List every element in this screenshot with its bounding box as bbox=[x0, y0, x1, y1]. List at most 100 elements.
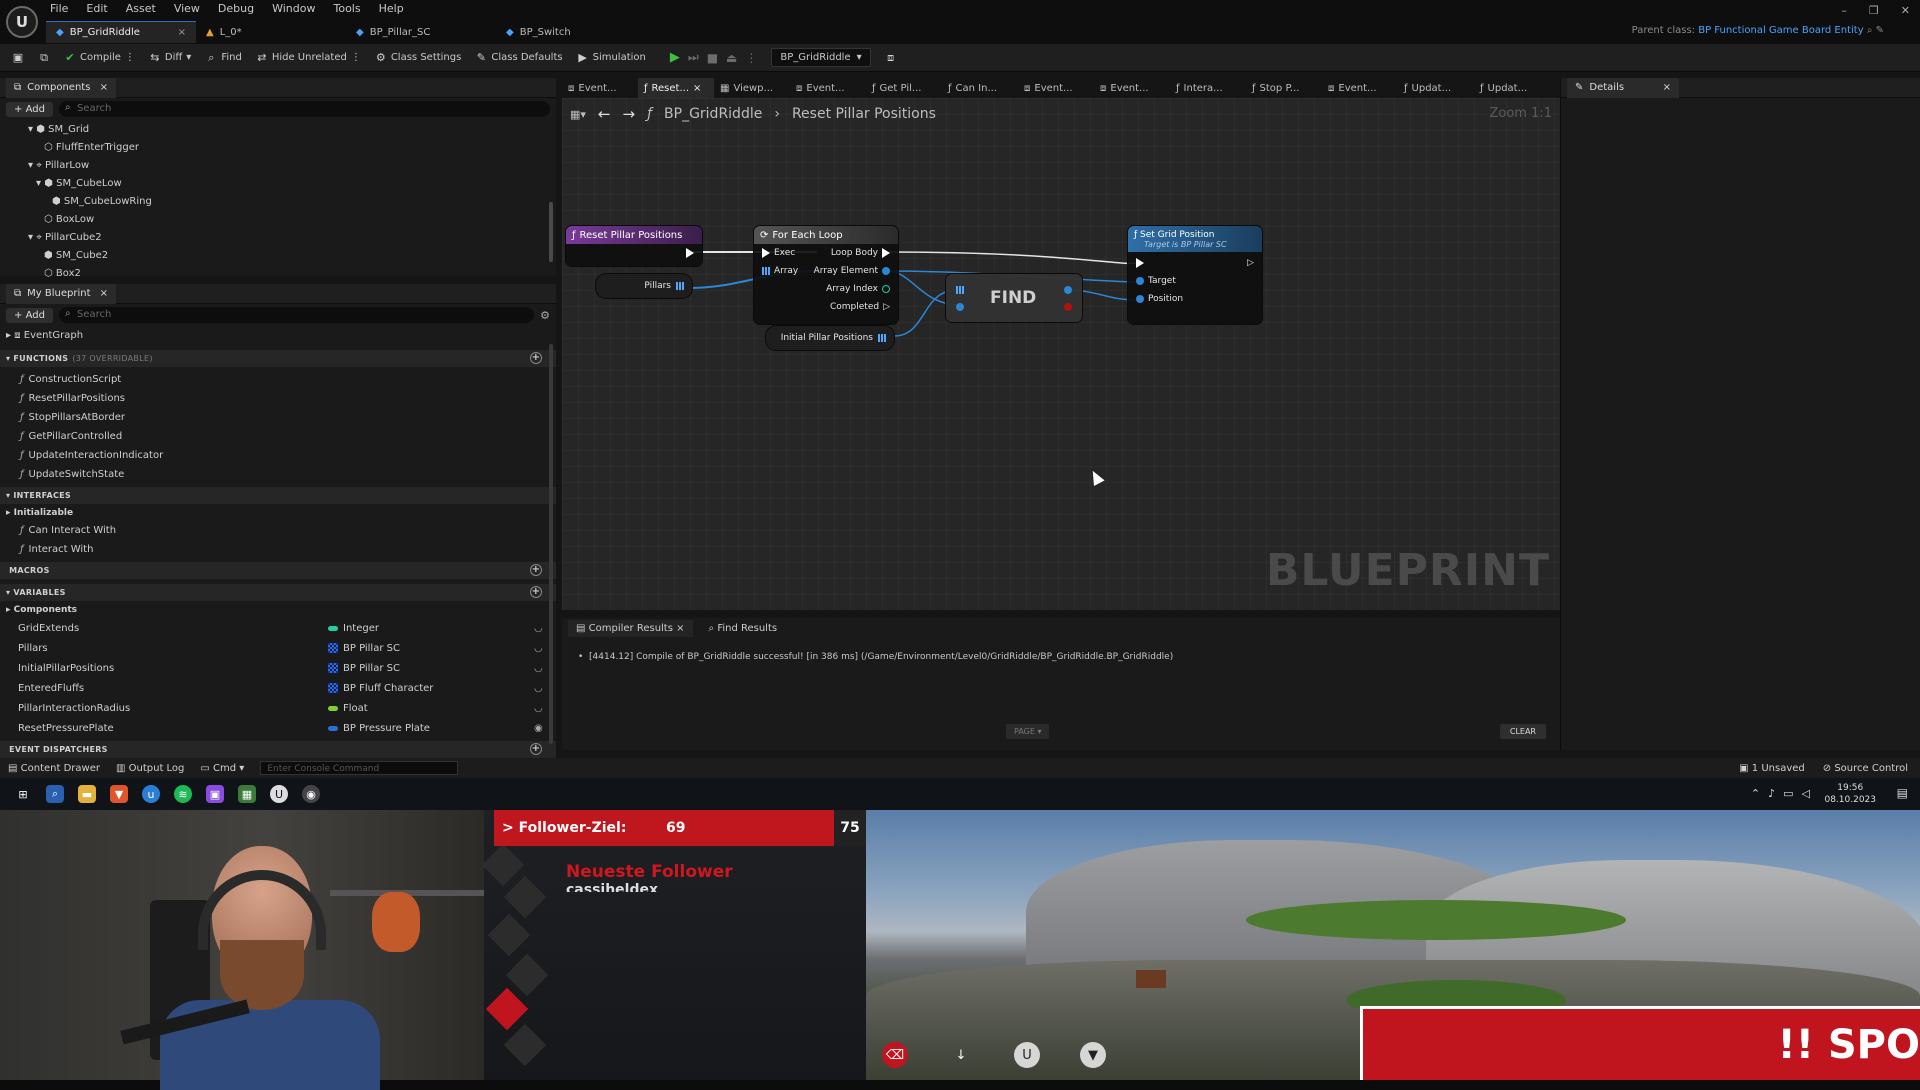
my-blueprint-tab[interactable]: ⧉ My Blueprint × bbox=[6, 283, 116, 304]
tree-item-pillarcube2[interactable]: ▾ ⌖ PillarCube2 bbox=[0, 228, 556, 246]
microphone-icon[interactable]: ♪ bbox=[1768, 787, 1775, 800]
graph-tab[interactable]: ⧈ Event... bbox=[1322, 78, 1398, 98]
close-icon[interactable]: × bbox=[693, 83, 701, 94]
variable-type[interactable]: Integer bbox=[343, 623, 379, 634]
browse-icon[interactable]: ⧉ bbox=[38, 51, 50, 64]
function-item-constructionscript[interactable]: ƒ ConstructionScript bbox=[0, 370, 556, 389]
menu-window[interactable]: Window bbox=[272, 2, 315, 15]
tree-item-sm-cubelowring[interactable]: ⬢ SM_CubeLowRing bbox=[0, 192, 556, 210]
windows-start-icon[interactable]: ⊞ bbox=[14, 785, 32, 803]
variable-type[interactable]: BP Pressure Plate bbox=[343, 723, 430, 734]
find-item-pin[interactable] bbox=[956, 303, 964, 311]
debug-filter-icon[interactable]: ⧈ bbox=[885, 51, 897, 64]
interfaces-header[interactable]: ▾ INTERFACES bbox=[0, 487, 556, 504]
chevron-up-icon[interactable]: ⌃ bbox=[1751, 787, 1760, 800]
array-pin-icon[interactable] bbox=[878, 334, 886, 342]
close-icon[interactable]: × bbox=[100, 82, 108, 93]
graph-tab[interactable]: ƒ Updat... bbox=[1474, 78, 1550, 98]
menu-tools[interactable]: Tools bbox=[333, 2, 360, 15]
unsaved-button[interactable]: ▣ 1 Unsaved bbox=[1739, 763, 1805, 774]
graph-tab[interactable]: ƒ Get Pil... bbox=[866, 78, 942, 98]
graph-tab[interactable]: ▦ Viewp... bbox=[714, 78, 790, 98]
expand-icon[interactable]: ▾ bbox=[28, 232, 33, 243]
close-icon[interactable]: × bbox=[676, 623, 684, 634]
doc-tab-bp-pillar-sc[interactable]: ◆ BP_Pillar_SC bbox=[346, 21, 496, 43]
visibility-closed-icon[interactable]: ◡ bbox=[534, 643, 543, 654]
array-index-pin[interactable]: Array Index bbox=[826, 284, 890, 294]
expand-icon[interactable]: ▾ bbox=[28, 160, 33, 171]
find-index-pin[interactable] bbox=[1064, 286, 1072, 294]
variable-group-components[interactable]: ▸ Components bbox=[0, 601, 556, 618]
diff-button[interactable]: ⇆ Diff ▾ bbox=[149, 51, 191, 64]
app-tools-icon[interactable]: ▦ bbox=[238, 785, 256, 803]
parent-class-link[interactable]: BP Functional Game Board Entity bbox=[1698, 25, 1863, 36]
graph-tab-reset-pillar-positions[interactable]: ƒ Reset... × bbox=[638, 78, 714, 98]
variable-row-gridextends[interactable]: GridExtends Integer ◡ bbox=[0, 618, 556, 638]
content-drawer-button[interactable]: ▤ Content Drawer bbox=[8, 763, 100, 774]
close-icon[interactable]: × bbox=[178, 27, 186, 38]
variable-row-enteredfluffs[interactable]: EnteredFluffs BP Fluff Character ◡ bbox=[0, 678, 556, 698]
find-array-pin[interactable] bbox=[956, 286, 964, 294]
clear-button[interactable]: CLEAR bbox=[1499, 724, 1546, 739]
tree-item-sm-cube2[interactable]: ⬢ SM_Cube2 bbox=[0, 246, 556, 264]
macros-header[interactable]: MACROS + bbox=[0, 562, 556, 579]
interface-item-can-interact-with[interactable]: ƒ Can Interact With bbox=[0, 521, 556, 540]
array-element-pin[interactable]: Array Element bbox=[814, 266, 890, 276]
simulation-button[interactable]: ▶ Simulation bbox=[577, 51, 646, 64]
expand-icon[interactable]: ▸ bbox=[6, 330, 11, 341]
menu-view[interactable]: View bbox=[174, 2, 200, 15]
function-item-resetpillarpositions[interactable]: ƒ ResetPillarPositions bbox=[0, 389, 556, 408]
components-scrollbar[interactable] bbox=[549, 202, 553, 262]
my-blueprint-scrollbar[interactable] bbox=[549, 344, 553, 744]
page-dropdown[interactable]: PAGE ▾ bbox=[1006, 724, 1050, 739]
variable-row-initialpillarpositions[interactable]: InitialPillarPositions BP Pillar SC ◡ bbox=[0, 658, 556, 678]
my-blueprint-search-input[interactable]: Search bbox=[58, 306, 535, 323]
compiler-results-tab[interactable]: ▤ Compiler Results × bbox=[568, 619, 693, 637]
doc-tab-level[interactable]: ▲ L_0* bbox=[196, 21, 346, 43]
interface-group-initializable[interactable]: ▸ Initializable bbox=[0, 504, 556, 521]
variable-type[interactable]: BP Fluff Character bbox=[343, 683, 433, 694]
node-for-each-loop[interactable]: ⟳ For Each Loop Exec Array Loop Body Arra… bbox=[754, 226, 898, 324]
function-item-updateswitchstate[interactable]: ƒ UpdateSwitchState bbox=[0, 465, 556, 484]
interface-item-interact-with[interactable]: ƒ Interact With bbox=[0, 540, 556, 559]
add-member-button[interactable]: + Add bbox=[6, 307, 53, 323]
find-results-tab[interactable]: ⌕ Find Results bbox=[709, 623, 778, 634]
doc-tab-bp-gridriddle[interactable]: ◆ BP_GridRiddle × bbox=[46, 21, 196, 43]
function-item-getpillarcontrolled[interactable]: ƒ GetPillarControlled bbox=[0, 427, 556, 446]
gear-icon[interactable]: ⚙ bbox=[540, 309, 550, 322]
node-get-pillars[interactable]: Pillars bbox=[596, 274, 692, 298]
file-explorer-icon[interactable]: ▬ bbox=[78, 785, 96, 803]
debug-object-dropdown[interactable]: BP_GridRiddle ▾ bbox=[771, 48, 871, 67]
array-pin-icon[interactable] bbox=[676, 282, 684, 290]
class-defaults-button[interactable]: ✎ Class Defaults bbox=[475, 51, 563, 64]
variable-type[interactable]: Float bbox=[343, 703, 368, 714]
class-settings-button[interactable]: ⚙ Class Settings bbox=[375, 51, 461, 64]
search-icon[interactable]: ⌕ bbox=[1867, 25, 1873, 36]
graph-tab[interactable]: ƒ Stop P... bbox=[1246, 78, 1322, 98]
stop-icon[interactable]: ■ bbox=[707, 51, 718, 65]
event-graph-row[interactable]: ▸ ⧈ EventGraph bbox=[0, 326, 556, 344]
compiler-message[interactable]: • [4414.12] Compile of BP_GridRiddle suc… bbox=[578, 652, 1173, 662]
close-icon[interactable]: × bbox=[100, 288, 108, 299]
doc-tab-bp-switch[interactable]: ◆ BP_Switch bbox=[496, 21, 646, 43]
array-in-pin[interactable]: Array bbox=[762, 266, 798, 276]
exec-out-pin[interactable]: ▷ bbox=[1247, 258, 1254, 268]
visibility-open-icon[interactable]: ◉ bbox=[534, 723, 543, 734]
node-get-initial-pillar-positions[interactable]: Initial Pillar Positions bbox=[766, 326, 894, 350]
graph-tab[interactable]: ƒ Can In... bbox=[942, 78, 1018, 98]
menu-file[interactable]: File bbox=[50, 2, 68, 15]
loop-body-pin[interactable]: Loop Body bbox=[831, 248, 890, 258]
visibility-closed-icon[interactable]: ◡ bbox=[534, 623, 543, 634]
variable-row-pillarinteractionradius[interactable]: PillarInteractionRadius Float ◡ bbox=[0, 698, 556, 718]
maximize-icon[interactable]: ❐ bbox=[1869, 4, 1879, 17]
graph-tab[interactable]: ⧈ Event... bbox=[562, 78, 638, 98]
add-macro-icon[interactable]: + bbox=[530, 564, 542, 576]
variable-type[interactable]: BP Pillar SC bbox=[343, 663, 400, 674]
menu-asset[interactable]: Asset bbox=[126, 2, 156, 15]
menu-edit[interactable]: Edit bbox=[86, 2, 107, 15]
close-window-icon[interactable]: ✕ bbox=[1901, 4, 1910, 17]
tree-item-box2[interactable]: ⬡ Box2 bbox=[0, 264, 556, 282]
tree-item-fluffentertrigger[interactable]: ⬡ FluffEnterTrigger bbox=[0, 138, 556, 156]
spotify-icon[interactable]: ≋ bbox=[174, 785, 192, 803]
minimize-icon[interactable]: – bbox=[1841, 4, 1847, 17]
